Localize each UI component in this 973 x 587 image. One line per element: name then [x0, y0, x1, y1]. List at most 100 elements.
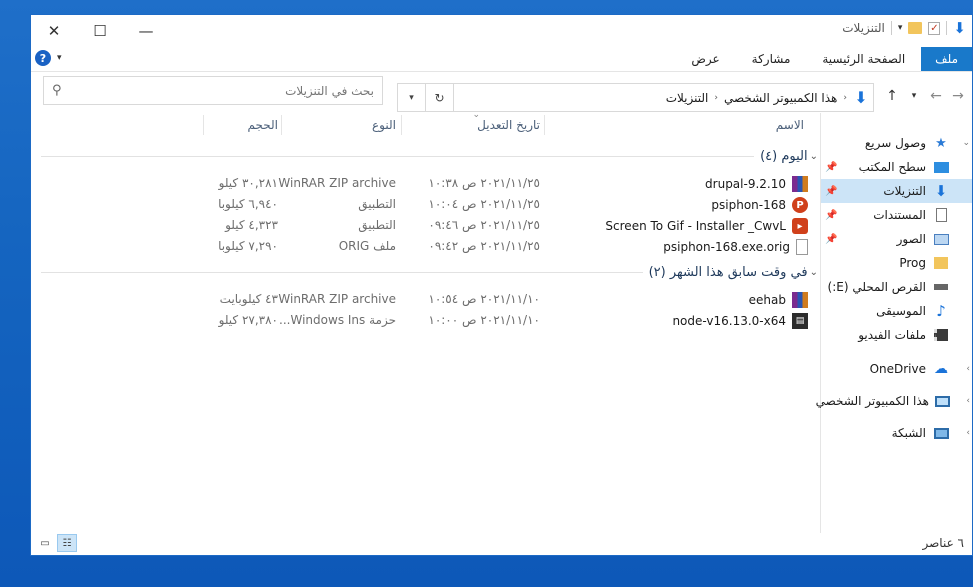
sidebar-item-label: وصول سريع [864, 136, 926, 150]
nav-buttons: → ← ▾ ↑ [882, 86, 968, 106]
help-icon[interactable]: ? [35, 50, 51, 66]
file-name-cell[interactable]: Ppsiphon-168 [711, 197, 808, 213]
expand-chevron-icon[interactable]: ⌄ [962, 138, 970, 148]
breadcrumb-downloads[interactable]: التنزيلات [662, 91, 713, 105]
column-divider[interactable] [544, 115, 545, 135]
maximize-button[interactable]: ☐ [77, 15, 123, 47]
file-name-cell[interactable]: ▤ node-v16.13.0-x64 [672, 313, 808, 329]
details-view-icon[interactable]: ☷ [57, 534, 77, 552]
file-list: الاسم تاريخ التعديل ⌄ النوع الحجم ⌄ اليو… [31, 110, 820, 533]
customize-toolbar-chevron-icon[interactable]: ▾ [898, 23, 903, 33]
column-divider[interactable] [203, 115, 204, 135]
cloud-icon: ☁ [934, 361, 948, 377]
column-header-date[interactable]: تاريخ التعديل [477, 118, 540, 132]
item-count: ٦ عناصر [922, 536, 964, 550]
column-header-type[interactable]: النوع [372, 118, 396, 132]
search-input[interactable] [67, 83, 374, 98]
search-icon[interactable]: ⚲ [52, 83, 62, 98]
file-size: ٦,٩٤٠ كيلوبا [218, 197, 278, 211]
tab-share[interactable]: مشاركة [736, 47, 807, 71]
download-folder-icon: ⬇ [854, 88, 868, 107]
column-divider[interactable] [401, 115, 402, 135]
file-name: psiphon-168 [711, 198, 786, 212]
file-date: ٢٠٢١/١١/٢٥ ص ١٠:٠٤ [428, 197, 540, 211]
group-title: في وقت سابق هذا الشهر (٢) [648, 264, 808, 280]
collapse-chevron-icon[interactable]: ⌄ [810, 151, 818, 162]
file-type: ملف ORIG [338, 239, 396, 253]
file-date: ٢٠٢١/١١/٢٥ ص ٠٩:٤٢ [428, 239, 540, 253]
sidebar-item-pictures[interactable]: الصور 📌 [821, 227, 972, 251]
sidebar-item-label: سطح المكتب [858, 160, 926, 174]
computer-icon [935, 393, 950, 409]
network-icon [932, 425, 950, 441]
refresh-icon[interactable]: ↻ [426, 84, 454, 111]
expand-ribbon-chevron-icon[interactable]: ▾ [57, 53, 62, 63]
file-size: ٤,٣٢٣ كيلو [225, 218, 278, 232]
sidebar-item-quick-access[interactable]: ⌄ ★ وصول سريع [821, 131, 972, 155]
view-toggle: ▭ ☷ [35, 534, 77, 552]
file-size: ٢٧,٣٨٠ كيلو [218, 313, 278, 327]
close-button[interactable]: ✕ [31, 15, 77, 47]
expand-chevron-icon[interactable]: › [966, 396, 970, 406]
group-header-today[interactable]: ⌄ اليوم (٤) [37, 145, 818, 167]
sidebar-item-this-pc[interactable]: › هذا الكمبيوتر الشخصي [816, 389, 972, 413]
file-row[interactable]: eehab ٢٠٢١/١١/١٠ ص ١٠:٥٤ WinRAR ZIP arch… [31, 289, 820, 310]
file-row[interactable]: psiphon-168.exe.orig ٢٠٢١/١١/٢٥ ص ٠٩:٤٢ … [31, 236, 820, 257]
file-name-cell[interactable]: eehab [749, 292, 808, 308]
collapse-chevron-icon[interactable]: ⌄ [810, 267, 818, 278]
tab-home[interactable]: الصفحة الرئيسية [806, 47, 921, 71]
new-folder-icon[interactable] [908, 22, 923, 34]
sidebar-item-network[interactable]: › الشبكة [821, 421, 972, 445]
sidebar-item-label: الصور [896, 232, 926, 246]
screentogif-icon: ▸ [792, 218, 808, 234]
sidebar-item-desktop[interactable]: سطح المكتب 📌 [821, 155, 972, 179]
star-icon: ★ [935, 135, 947, 151]
sidebar-item-videos[interactable]: ملفات الفيديو [821, 323, 972, 347]
sidebar-item-music[interactable]: ♪ الموسيقى [821, 299, 972, 323]
recent-locations-chevron-icon[interactable]: ▾ [904, 86, 924, 106]
breadcrumb-chevron-icon[interactable]: ‹ [712, 93, 720, 103]
file-name-cell[interactable]: psiphon-168.exe.orig [663, 239, 808, 255]
large-icons-view-icon[interactable]: ▭ [35, 534, 55, 552]
address-bar[interactable]: ⬇ ‹ هذا الكمبيوتر الشخصي ‹ التنزيلات ▾ ↻ [397, 83, 874, 112]
file-name-cell[interactable]: drupal-9.2.10 [705, 176, 808, 192]
sidebar-item-prog[interactable]: Prog [821, 251, 972, 275]
file-row[interactable]: ▤ node-v16.13.0-x64 ٢٠٢١/١١/١٠ ص ١٠:٠٠ حز… [31, 310, 820, 331]
file-name: node-v16.13.0-x64 [672, 314, 786, 328]
pin-icon: 📌 [825, 209, 838, 221]
sidebar-item-label: الموسيقى [876, 304, 926, 318]
group-header-earlier-this-month[interactable]: ⌄ في وقت سابق هذا الشهر (٢) [37, 261, 818, 283]
file-row[interactable]: ▸ Screen To Gif - Installer _CwvL ٢٠٢١/١١… [31, 215, 820, 236]
back-button[interactable]: → [948, 86, 968, 106]
window-controls: ✕ ☐ — [31, 15, 169, 47]
sidebar-item-label: هذا الكمبيوتر الشخصي [815, 394, 929, 408]
video-icon [932, 327, 950, 343]
expand-chevron-icon[interactable]: › [966, 364, 970, 374]
column-header-name[interactable]: الاسم [776, 118, 804, 132]
properties-icon[interactable]: ✓ [928, 21, 941, 35]
search-box[interactable]: ⚲ [43, 76, 383, 105]
sidebar-item-local-disk-e[interactable]: القرص المحلي (E:) [821, 275, 972, 299]
tab-file[interactable]: ملف [921, 47, 972, 71]
address-history-chevron-icon[interactable]: ▾ [398, 84, 426, 111]
forward-button[interactable]: ← [926, 86, 946, 106]
download-icon: ⬇ [934, 182, 948, 200]
breadcrumb-chevron-icon[interactable]: ‹ [841, 93, 849, 103]
sidebar-item-onedrive[interactable]: › ☁ OneDrive [821, 357, 972, 381]
group-divider [41, 271, 643, 273]
tab-view[interactable]: عرض [675, 47, 735, 71]
file-name-cell[interactable]: ▸ Screen To Gif - Installer _CwvL [605, 218, 808, 234]
up-button[interactable]: ↑ [882, 86, 902, 106]
sidebar-item-documents[interactable]: المستندات 📌 [821, 203, 972, 227]
expand-chevron-icon[interactable]: › [966, 428, 970, 438]
file-row[interactable]: Ppsiphon-168 ٢٠٢١/١١/٢٥ ص ١٠:٠٤ التطبيق … [31, 194, 820, 215]
minimize-button[interactable]: — [123, 15, 169, 47]
msi-icon: ▤ [792, 313, 808, 329]
breadcrumb-this-pc[interactable]: هذا الكمبيوتر الشخصي [720, 91, 841, 105]
column-divider[interactable] [281, 115, 282, 135]
sidebar-item-downloads[interactable]: ⬇ التنزيلات 📌 [821, 179, 972, 203]
column-header-size[interactable]: الحجم [248, 118, 278, 132]
file-date: ٢٠٢١/١١/٢٥ ص ٠٩:٤٦ [428, 218, 540, 232]
winrar-icon [792, 292, 808, 308]
file-row[interactable]: drupal-9.2.10 ٢٠٢١/١١/٢٥ ص ١٠:٣٨ WinRAR … [31, 173, 820, 194]
